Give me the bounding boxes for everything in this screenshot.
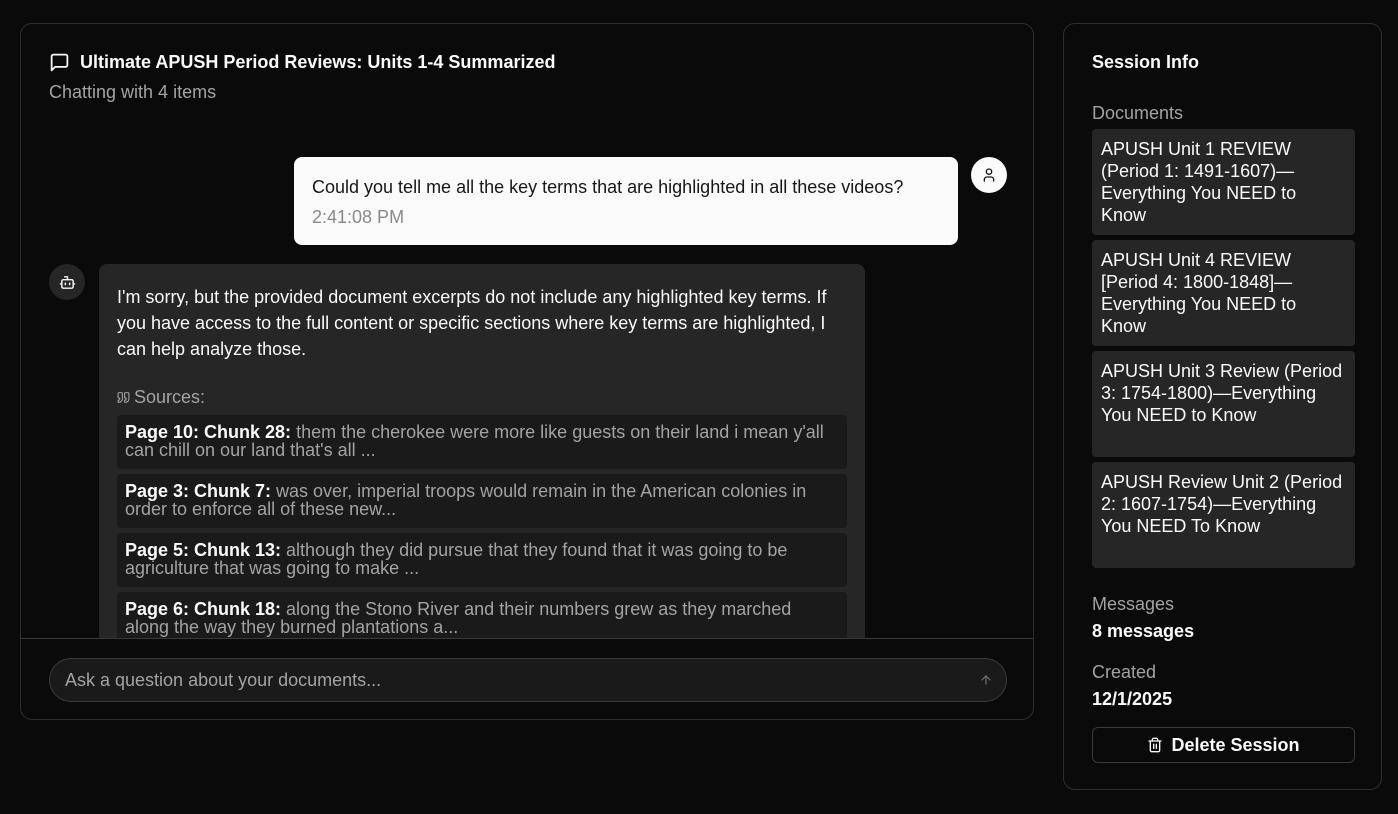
quote-icon — [117, 392, 130, 403]
document-item[interactable]: APUSH Unit 4 REVIEW [Period 4: 1800-1848… — [1092, 240, 1355, 346]
chat-panel: Ultimate APUSH Period Reviews: Units 1-4… — [20, 23, 1034, 720]
user-message: Could you tell me all the key terms that… — [294, 157, 958, 245]
trash-icon — [1148, 737, 1163, 753]
arrow-up-icon — [981, 675, 991, 685]
assistant-message-text: I'm sorry, but the provided document exc… — [117, 287, 827, 359]
document-item[interactable]: APUSH Unit 3 Review (Period 3: 1754-1800… — [1092, 351, 1355, 457]
source-ref: Page 5: Chunk 13: — [125, 540, 282, 560]
message-square-icon — [50, 53, 69, 72]
bot-icon — [59, 275, 75, 289]
document-item[interactable]: APUSH Unit 1 REVIEW (Period 1: 1491-1607… — [1092, 129, 1355, 235]
source-item[interactable]: Page 10: Chunk 28: them the cherokee wer… — [117, 415, 847, 469]
input-divider — [21, 638, 1033, 639]
source-item[interactable]: Page 3: Chunk 7: was over, imperial troo… — [117, 474, 847, 528]
source-list: Page 10: Chunk 28: them the cherokee wer… — [117, 415, 847, 638]
assistant-message: I'm sorry, but the provided document exc… — [99, 264, 865, 638]
user-message-text: Could you tell me all the key terms that… — [312, 177, 904, 197]
user-avatar — [971, 157, 1007, 193]
source-ref: Page 6: Chunk 18: — [125, 599, 282, 619]
session-info-title: Session Info — [1092, 52, 1200, 72]
source-ref: Page 10: Chunk 28: — [125, 422, 292, 442]
chat-header: Ultimate APUSH Period Reviews: Units 1-4… — [49, 52, 1005, 103]
user-icon — [983, 168, 995, 182]
chat-title: Ultimate APUSH Period Reviews: Units 1-4… — [80, 52, 556, 72]
sources-label: Sources: — [134, 387, 206, 407]
chat-input-box — [49, 658, 1007, 702]
delete-session-label: Delete Session — [1171, 734, 1300, 755]
documents-label: Documents — [1092, 103, 1184, 123]
created-date: 12/1/2025 — [1092, 689, 1173, 709]
created-label: Created — [1092, 662, 1157, 682]
document-list: APUSH Unit 1 REVIEW (Period 1: 1491-1607… — [1092, 129, 1355, 568]
chat-subtitle: Chatting with 4 items — [49, 82, 217, 102]
source-item[interactable]: Page 6: Chunk 18: along the Stono River … — [117, 592, 847, 638]
chat-input[interactable] — [50, 659, 1006, 701]
session-info-panel: Session Info Documents APUSH Unit 1 REVI… — [1063, 23, 1382, 790]
user-message-time: 2:41:08 PM — [312, 207, 405, 227]
delete-session-button[interactable]: Delete Session — [1092, 727, 1355, 763]
source-ref: Page 3: Chunk 7: — [125, 481, 272, 501]
sources-heading: Sources: — [117, 387, 847, 408]
messages-label: Messages — [1092, 594, 1175, 614]
messages-count: 8 messages — [1092, 621, 1195, 641]
message-list[interactable]: Could you tell me all the key terms that… — [21, 144, 1033, 638]
bot-avatar — [49, 264, 85, 300]
source-item[interactable]: Page 5: Chunk 13: although they did purs… — [117, 533, 847, 587]
chat-title-row: Ultimate APUSH Period Reviews: Units 1-4… — [49, 52, 1005, 73]
send-button[interactable] — [976, 670, 996, 690]
document-item[interactable]: APUSH Review Unit 2 (Period 2: 1607-1754… — [1092, 462, 1355, 568]
